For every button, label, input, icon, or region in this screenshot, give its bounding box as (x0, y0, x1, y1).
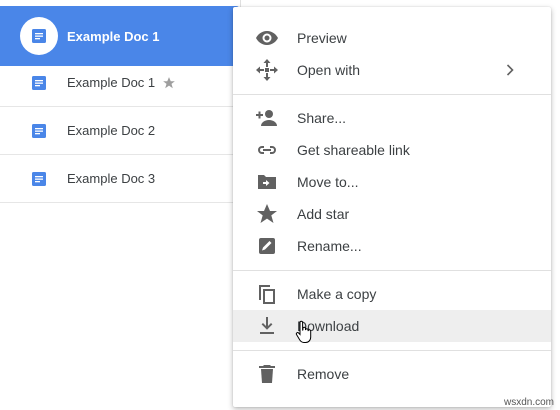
doc-icon (32, 29, 46, 43)
link-icon (258, 146, 276, 154)
copy-icon (259, 285, 275, 304)
watermark: wsxdn.com (503, 397, 554, 408)
star-icon (257, 204, 277, 223)
menu-item-share[interactable]: Share... (233, 102, 551, 134)
file-row[interactable]: Example Doc 3 (0, 155, 240, 203)
menu-item-open-with[interactable]: Open with (233, 54, 551, 86)
trash-icon (259, 365, 275, 383)
add-person-icon (256, 110, 277, 126)
chevron-right-icon (506, 64, 514, 76)
menu-item-download[interactable]: Download (233, 310, 551, 342)
star-icon[interactable] (162, 76, 176, 90)
menu-label: Add star (297, 206, 350, 222)
menu-label: Preview (297, 30, 347, 46)
file-name: Example Doc 3 (67, 171, 156, 186)
menu-item-make-copy[interactable]: Make a copy (233, 278, 551, 310)
file-name: Example Doc 1 (67, 28, 160, 44)
divider (233, 350, 551, 351)
menu-label: Rename... (297, 238, 362, 254)
doc-icon (32, 171, 46, 186)
file-name: Example Doc 2 (67, 123, 156, 138)
doc-icon (32, 123, 46, 138)
hand-cursor-icon (295, 320, 312, 343)
folder-move-icon (258, 175, 276, 189)
divider (233, 270, 551, 271)
download-icon (260, 317, 274, 334)
rename-icon (259, 238, 275, 254)
move-arrows-icon (256, 59, 278, 81)
menu-item-remove[interactable]: Remove (233, 358, 551, 390)
file-row[interactable]: Example Doc 1 (0, 59, 240, 107)
menu-item-move-to[interactable]: Move to... (233, 166, 551, 198)
menu-item-preview[interactable]: Preview (233, 22, 551, 54)
menu-label: Share... (297, 110, 347, 126)
eye-icon (256, 31, 278, 45)
menu-label: Get shareable link (297, 142, 410, 158)
menu-item-get-link[interactable]: Get shareable link (233, 134, 551, 166)
divider (233, 94, 551, 95)
menu-label: Make a copy (297, 286, 377, 302)
file-row-selected[interactable]: Example Doc 1 (0, 6, 240, 66)
menu-label: Open with (297, 62, 361, 78)
menu-item-add-star[interactable]: Add star (233, 198, 551, 230)
file-name: Example Doc 1 (67, 75, 156, 90)
doc-icon (32, 75, 46, 90)
file-row[interactable]: Example Doc 2 (0, 107, 240, 155)
menu-label: Move to... (297, 174, 359, 190)
menu-label: Remove (297, 366, 350, 382)
menu-item-rename[interactable]: Rename... (233, 230, 551, 262)
file-list: Example Doc 1 Example Doc 1 Example Doc … (0, 0, 241, 203)
context-menu: Preview Open with Share... Get shareable… (233, 7, 551, 407)
